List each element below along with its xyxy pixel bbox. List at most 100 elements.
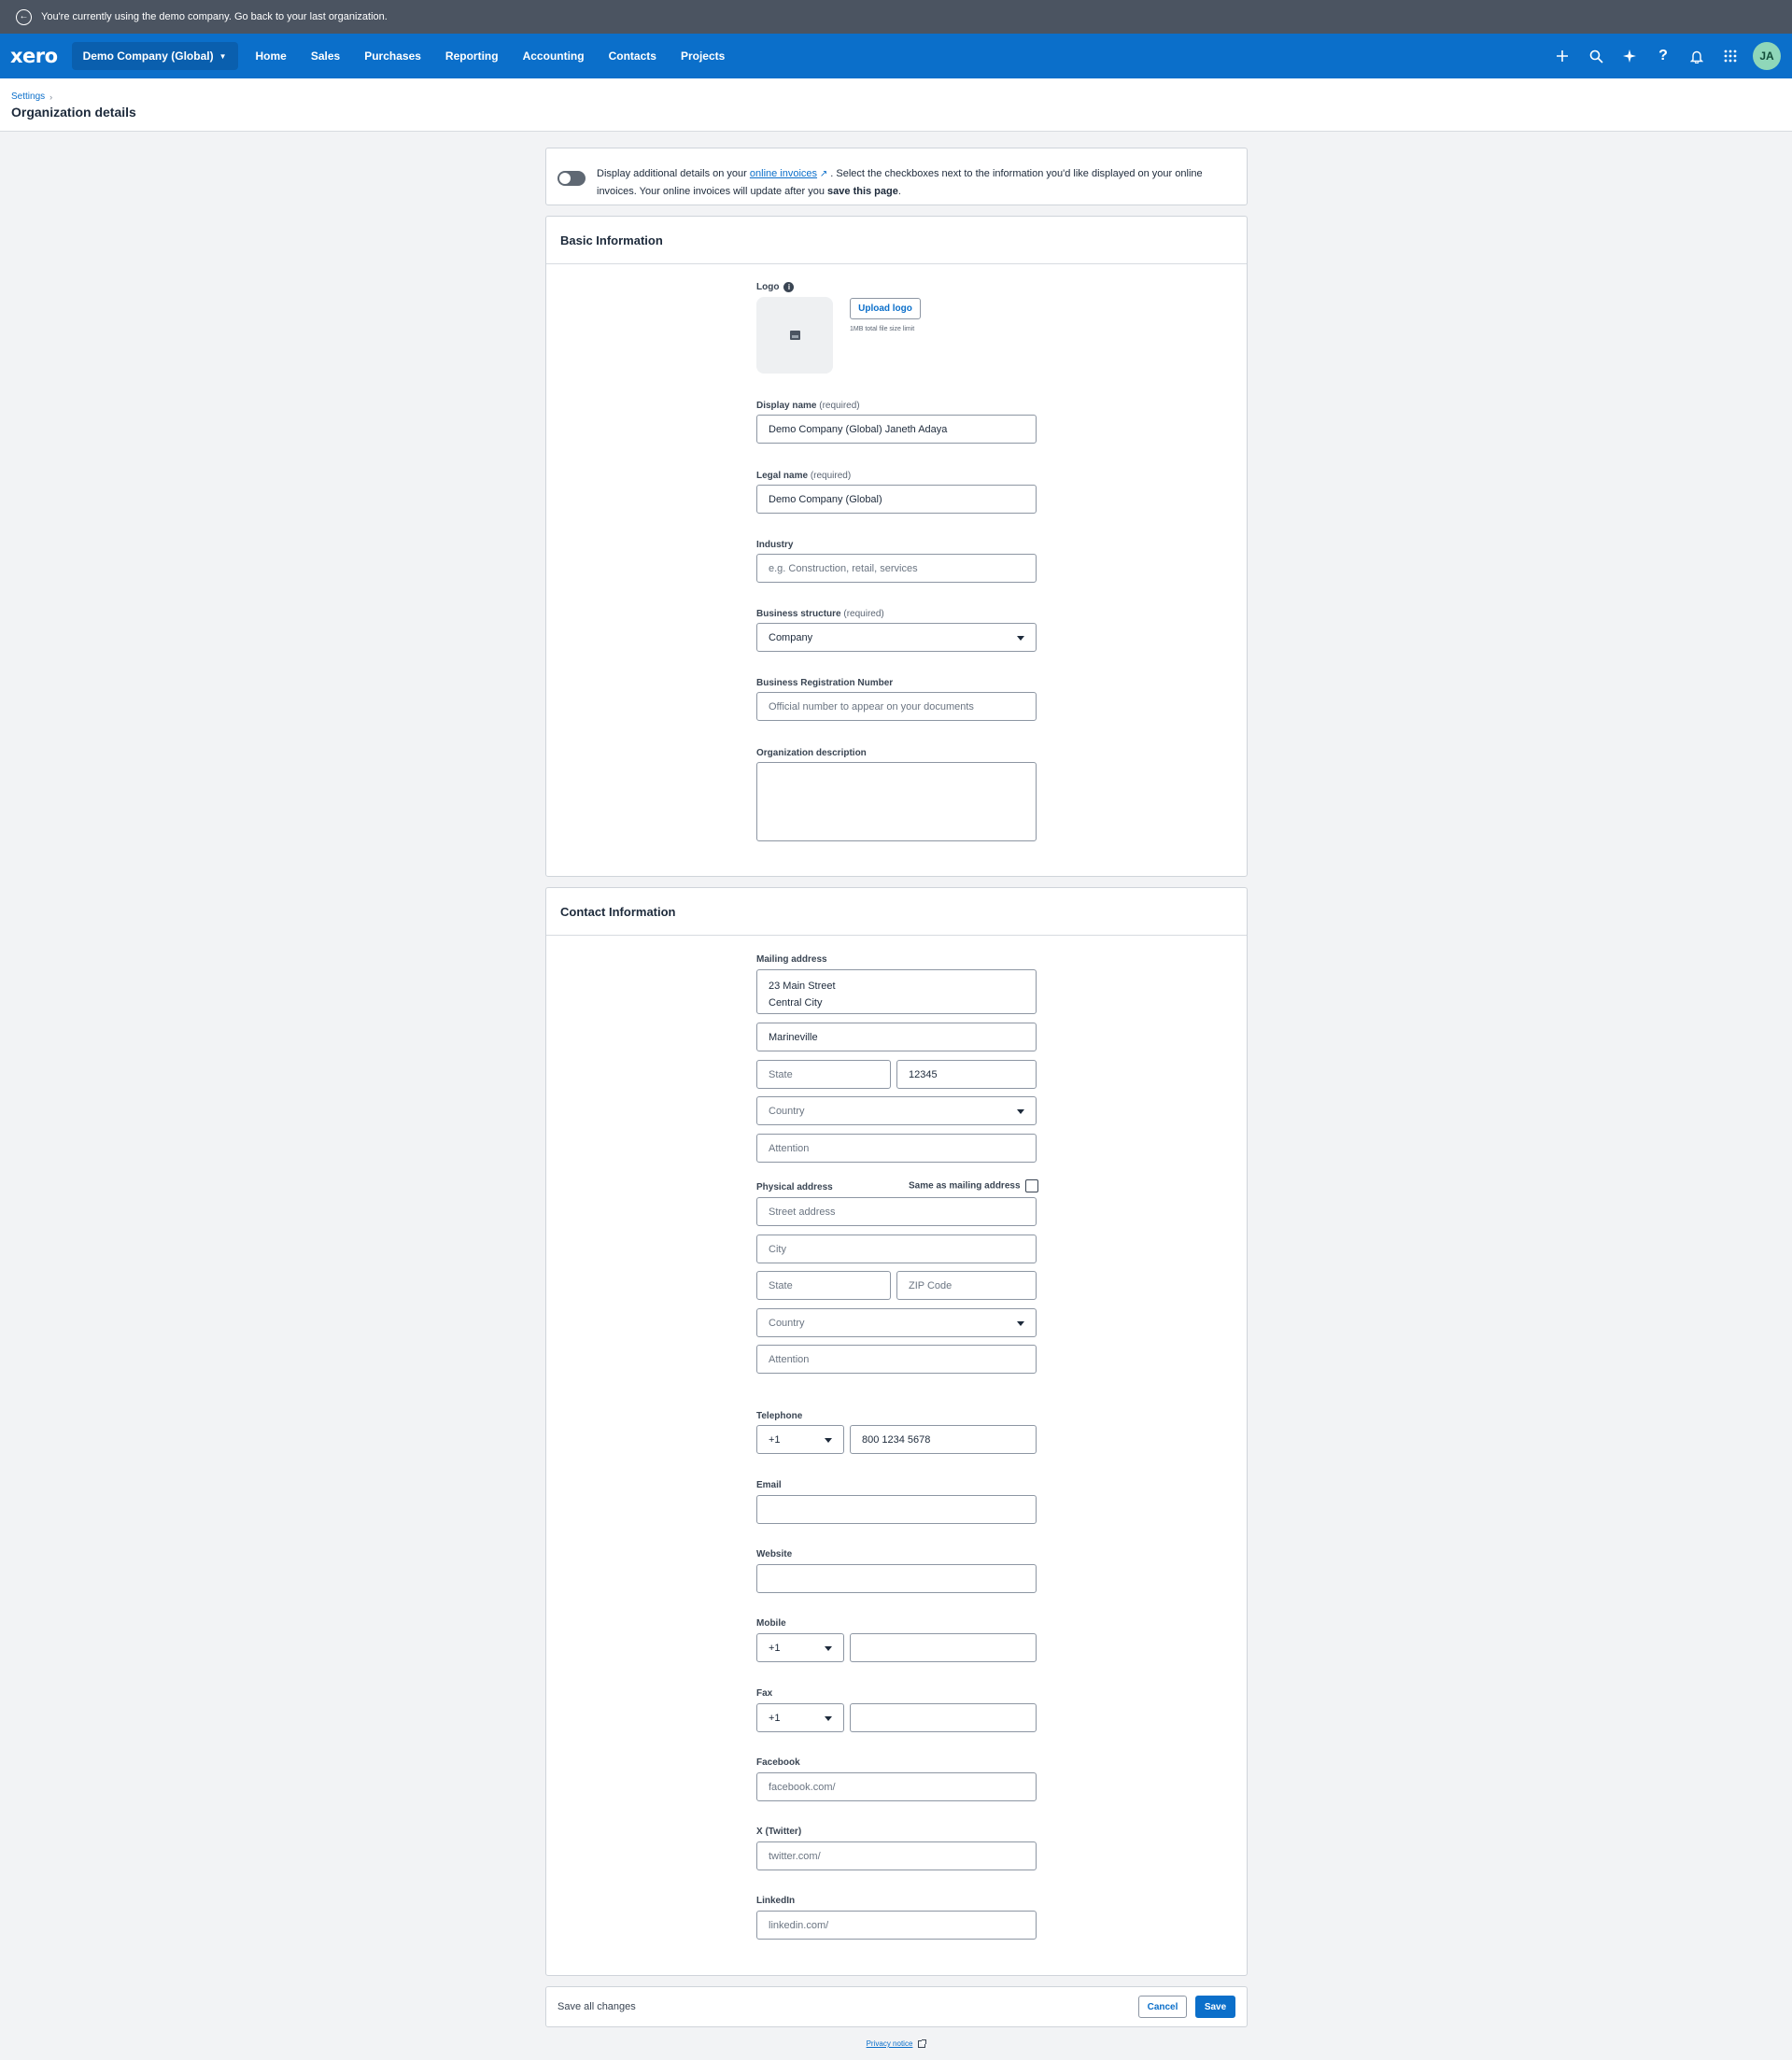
facebook-label: Facebook	[756, 1757, 800, 1768]
industry-input[interactable]: e.g. Construction, retail, services	[756, 554, 1037, 583]
nav-actions: ? JA	[1545, 39, 1781, 73]
demo-banner-text[interactable]: You're currently using the demo company.…	[41, 11, 388, 22]
contact-information-card: Contact Information Mailing address 23 M…	[545, 887, 1248, 1976]
telephone-code-select[interactable]: +1	[756, 1425, 844, 1454]
logo-label: Logo i	[756, 282, 795, 292]
physical-attention-input[interactable]: Attention	[756, 1345, 1037, 1374]
section-title-basic: Basic Information	[546, 217, 1247, 264]
online-invoices-toggle[interactable]	[557, 171, 586, 186]
nav-projects[interactable]: Projects	[669, 34, 737, 78]
nav-accounting[interactable]: Accounting	[511, 34, 597, 78]
save-all-changes-text: Save all changes	[557, 2001, 636, 2012]
mobile-code-select[interactable]: +1	[756, 1633, 844, 1662]
business-structure-select[interactable]: Company	[756, 623, 1037, 652]
nav-reporting[interactable]: Reporting	[433, 34, 511, 78]
nav-purchases[interactable]: Purchases	[352, 34, 433, 78]
sparkle-icon[interactable]	[1613, 39, 1646, 73]
online-invoices-text: Display additional details on your onlin…	[597, 168, 1203, 197]
save-button[interactable]: Save	[1195, 1996, 1235, 2018]
business-structure-label: Business structure (required)	[756, 609, 884, 619]
physical-city-input[interactable]: City	[756, 1235, 1037, 1263]
search-icon[interactable]	[1579, 39, 1613, 73]
page-header: Settings › Organization details	[0, 78, 1792, 132]
physical-country-select[interactable]: Country	[756, 1308, 1037, 1337]
online-invoices-link[interactable]: online invoices	[750, 168, 817, 179]
plus-icon[interactable]	[1545, 39, 1579, 73]
organization-description-textarea[interactable]	[756, 762, 1037, 841]
website-label: Website	[756, 1549, 793, 1559]
caret-down-icon	[1017, 635, 1024, 641]
legal-name-input[interactable]: Demo Company (Global)	[756, 485, 1037, 514]
display-name-input[interactable]: Demo Company (Global) Janeth Adaya	[756, 415, 1037, 444]
mailing-attention-input[interactable]: Attention	[756, 1134, 1037, 1163]
display-name-label: Display name (required)	[756, 401, 860, 411]
bell-icon[interactable]	[1680, 39, 1714, 73]
caret-down-icon	[825, 1715, 832, 1721]
upload-logo-button[interactable]: Upload logo	[850, 298, 921, 319]
physical-zip-input[interactable]: ZIP Code	[896, 1271, 1037, 1300]
brn-label: Business Registration Number	[756, 678, 894, 688]
mailing-zip-input[interactable]: 12345	[896, 1060, 1037, 1089]
apps-grid-icon[interactable]	[1714, 39, 1747, 73]
nav-sales[interactable]: Sales	[299, 34, 352, 78]
mailing-address-label: Mailing address	[756, 954, 827, 965]
linkedin-input[interactable]: linkedin.com/	[756, 1911, 1037, 1940]
nav-contacts[interactable]: Contacts	[597, 34, 669, 78]
breadcrumb-settings-link[interactable]: Settings	[11, 92, 45, 102]
physical-address-label: Physical address	[756, 1182, 833, 1192]
organization-description-label: Organization description	[756, 748, 867, 758]
breadcrumb: Settings ›	[11, 92, 1781, 102]
info-icon[interactable]: i	[783, 282, 795, 292]
chevron-right-icon: ›	[49, 92, 53, 102]
online-invoices-card: Display additional details on your onlin…	[545, 148, 1248, 205]
mobile-input[interactable]	[850, 1633, 1037, 1662]
twitter-label: X (Twitter)	[756, 1827, 802, 1837]
caret-down-icon	[1017, 1108, 1024, 1114]
fax-code-select[interactable]: +1	[756, 1703, 844, 1732]
org-name: Demo Company (Global)	[82, 49, 214, 63]
fax-input[interactable]	[850, 1703, 1037, 1732]
save-bar: Save all changes Cancel Save	[545, 1986, 1248, 2027]
help-icon[interactable]: ?	[1646, 39, 1680, 73]
legal-name-label: Legal name (required)	[756, 471, 852, 481]
linkedin-label: LinkedIn	[756, 1896, 796, 1906]
mailing-country-select[interactable]: Country	[756, 1096, 1037, 1125]
upload-hint: 1MB total file size limit	[850, 326, 915, 332]
image-icon	[789, 331, 800, 340]
logo-placeholder[interactable]	[756, 297, 833, 374]
telephone-input[interactable]: 800 1234 5678	[850, 1425, 1037, 1454]
page-title: Organization details	[11, 105, 136, 120]
privacy-footer: Privacy notice	[0, 2039, 1792, 2048]
telephone-label: Telephone	[756, 1411, 803, 1421]
nav-home[interactable]: Home	[244, 34, 299, 78]
email-input[interactable]	[756, 1495, 1037, 1524]
back-arrow-icon[interactable]: ←	[16, 8, 32, 25]
same-as-mailing-label: Same as mailing address	[909, 1180, 1021, 1192]
privacy-notice-link[interactable]: Privacy notice	[867, 2039, 913, 2048]
external-link-icon	[918, 2039, 927, 2048]
top-navigation: xero Demo Company (Global) ▼ Home Sales …	[0, 34, 1792, 78]
caret-down-icon	[825, 1645, 832, 1651]
facebook-input[interactable]: facebook.com/	[756, 1772, 1037, 1801]
physical-street-input[interactable]: Street address	[756, 1197, 1037, 1226]
physical-state-input[interactable]: State	[756, 1271, 891, 1300]
mailing-city-input[interactable]: Marineville	[756, 1023, 1037, 1051]
same-as-mailing-row[interactable]: Same as mailing address	[909, 1179, 1038, 1192]
cancel-button[interactable]: Cancel	[1138, 1996, 1187, 2018]
external-link-icon: ↗	[817, 169, 828, 179]
demo-company-banner[interactable]: ← You're currently using the demo compan…	[0, 0, 1792, 34]
mailing-street-input[interactable]: 23 Main Street Central City	[756, 969, 1037, 1014]
basic-information-card: Basic Information Logo i Upload logo 1MB …	[545, 216, 1248, 877]
email-label: Email	[756, 1480, 782, 1490]
mailing-state-input[interactable]: State	[756, 1060, 891, 1089]
section-title-contact: Contact Information	[546, 888, 1247, 936]
same-as-mailing-checkbox[interactable]	[1024, 1179, 1038, 1192]
org-switcher-button[interactable]: Demo Company (Global) ▼	[71, 42, 238, 70]
brn-input[interactable]: Official number to appear on your docume…	[756, 692, 1037, 721]
fax-label: Fax	[756, 1688, 773, 1699]
user-avatar[interactable]: JA	[1753, 42, 1781, 70]
xero-logo[interactable]: xero	[10, 45, 58, 67]
website-input[interactable]	[756, 1564, 1037, 1593]
caret-down-icon: ▼	[219, 51, 227, 61]
twitter-input[interactable]: twitter.com/	[756, 1841, 1037, 1870]
